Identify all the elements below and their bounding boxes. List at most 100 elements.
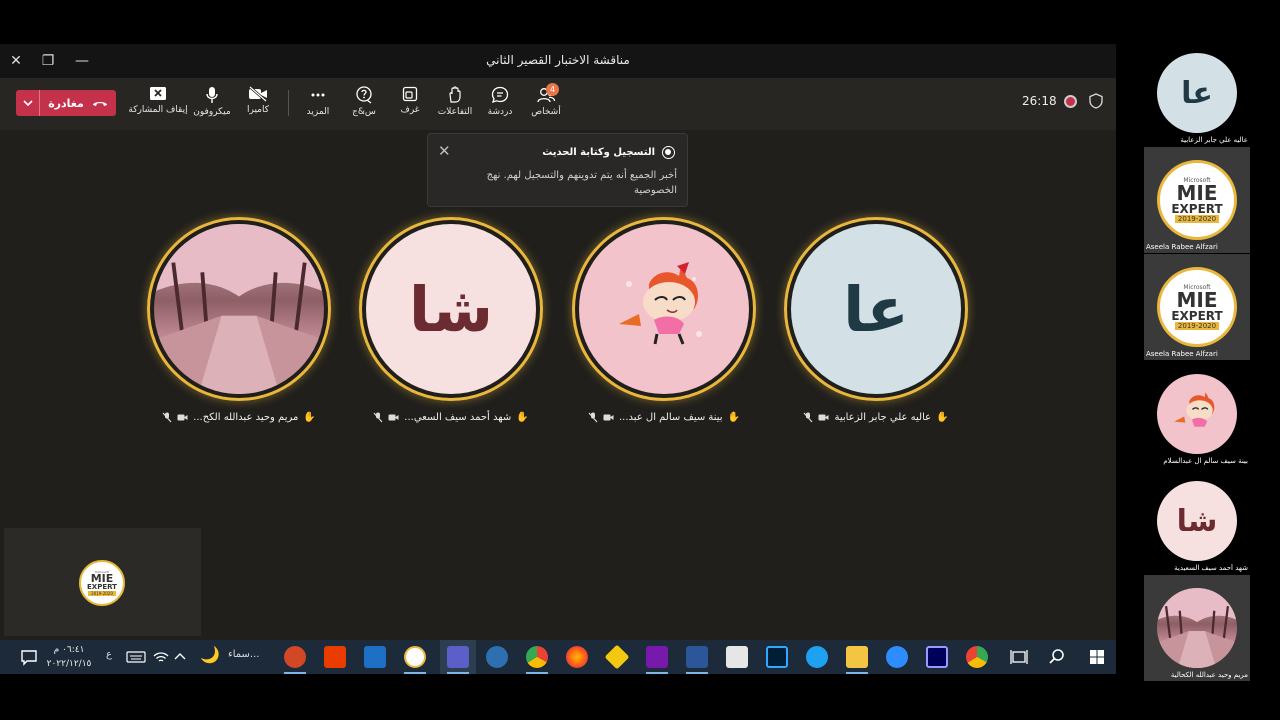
more-dots-icon <box>311 93 325 97</box>
meeting-timer: 26:18 <box>1022 94 1057 108</box>
camera-off-small-icon <box>177 414 188 421</box>
photoshop-icon[interactable] <box>766 646 788 668</box>
active-app-indicator <box>526 672 548 674</box>
gallery-tile[interactable]: شا شهد أحمد سيف السعيدية <box>1144 468 1250 574</box>
camera-off-small-icon <box>818 414 829 421</box>
gallery-name: مريم وحيد عبدالله الكحالية <box>1170 671 1248 679</box>
mie-app-icon[interactable] <box>404 646 426 668</box>
active-app-indicator <box>846 672 868 674</box>
chrome-alt-icon[interactable] <box>966 646 988 668</box>
chrome-icon[interactable] <box>526 646 548 668</box>
wifi-icon[interactable] <box>152 648 170 666</box>
participant-avatar-ring: شا <box>359 217 543 401</box>
badge-years: 2019-2020 <box>1174 322 1220 330</box>
badge-years: 2019-2020 <box>88 591 116 596</box>
stop-sharing-label: إيقاف المشاركة <box>128 105 188 115</box>
shield-icon[interactable] <box>1089 93 1103 109</box>
gallery-name: عاليه علي جابر الزعابية <box>1180 136 1248 144</box>
avatar: شا <box>366 224 536 394</box>
leave-button[interactable]: مغادرة <box>16 90 116 116</box>
gallery-name: بينة سيف سالم ال عبدالسلام <box>1163 457 1248 465</box>
chevron-down-icon[interactable] <box>16 90 40 116</box>
gallery-avatar <box>1157 588 1237 668</box>
title-bar: ✕ ❐ — مناقشة الاختبار القصير الثاني <box>0 44 1116 78</box>
stop-sharing-button[interactable]: إيقاف المشاركة <box>128 86 188 126</box>
edge-icon[interactable] <box>806 646 828 668</box>
teams-meeting-window: ✕ ❐ — مناقشة الاختبار القصير الثاني مغاد… <box>0 44 1116 674</box>
file-explorer-icon[interactable] <box>846 646 868 668</box>
search-icon[interactable] <box>1046 646 1068 668</box>
network-app-icon[interactable] <box>486 646 508 668</box>
chat-icon <box>491 86 509 104</box>
cherry-blossom-path-picture <box>1157 588 1237 668</box>
participant-name-row: ✋ مريم وحيد عبدالله الكح... <box>146 412 332 423</box>
participant-tile[interactable]: ✋ مريم وحيد عبدالله الكح... <box>146 217 332 432</box>
badge-years: 2019-2020 <box>1174 215 1220 223</box>
meeting-title: مناقشة الاختبار القصير الثاني <box>486 53 630 67</box>
gallery-tile[interactable]: بينة سيف سالم ال عبدالسلام <box>1144 361 1250 467</box>
self-view-tile[interactable]: Microsoft MIE EXPERT 2019-2020 <box>4 528 201 636</box>
onenote-icon[interactable] <box>646 646 668 668</box>
qa-icon <box>356 86 372 104</box>
after-effects-icon[interactable] <box>926 646 948 668</box>
weather-text[interactable]: سماء... <box>228 649 259 660</box>
active-app-indicator <box>447 672 469 674</box>
raise-hand-icon <box>449 86 461 103</box>
camera-button[interactable]: كاميرا <box>228 86 288 126</box>
close-notification-icon[interactable]: ✕ <box>438 142 451 160</box>
participant-name: مريم وحيد عبدالله الكح... <box>193 412 299 423</box>
gallery-name: شهد أحمد سيف السعيدية <box>1174 564 1248 572</box>
gallery-tile[interactable]: Microsoft MIE EXPERT 2019-2020 Aseela Ra… <box>1144 147 1250 253</box>
mic-off-small-icon <box>162 412 172 423</box>
participant-name: شهد أحمد سيف السعي... <box>404 412 512 423</box>
badge-title: MIE <box>1176 181 1218 205</box>
raised-hand-icon: ✋ <box>303 412 316 423</box>
sticky-app-icon[interactable] <box>604 644 630 670</box>
breakout-rooms-icon <box>402 86 418 102</box>
avatar <box>579 224 749 394</box>
teams-icon[interactable] <box>447 646 469 668</box>
avatar-initials: شا <box>408 272 494 346</box>
word-icon[interactable] <box>686 646 708 668</box>
raised-hand-icon: ✋ <box>727 412 741 423</box>
people-button[interactable]: 4 أشخاص <box>516 83 576 126</box>
powerpoint-icon[interactable] <box>284 646 306 668</box>
gallery-tile[interactable]: مريم وحيد عبدالله الكحالية <box>1144 575 1250 681</box>
mic-off-small-icon <box>804 412 813 423</box>
participant-tile[interactable]: شا ✋ شهد أحمد سيف السعي... <box>358 217 544 432</box>
notifications-icon[interactable] <box>18 646 40 668</box>
task-view-icon[interactable] <box>1008 646 1030 668</box>
mie-expert-badge-avatar: Microsoft MIE EXPERT 2019-2020 <box>79 560 125 606</box>
participant-tile[interactable]: عا ✋ عاليه علي جابر الزعابية <box>783 217 969 432</box>
active-app-indicator <box>404 672 426 674</box>
raised-hand-icon: ✋ <box>516 412 529 423</box>
chevron-up-icon[interactable] <box>172 648 188 666</box>
chat-app-icon[interactable] <box>726 646 748 668</box>
mie-expert-badge-avatar: Microsoft MIE EXPERT 2019-2020 <box>1157 267 1237 347</box>
office-icon[interactable] <box>324 646 346 668</box>
windows-taskbar: ٠٦:٤١ م ٢٠٢٢/١٢/١٥ ع سماء... 🌙 <box>0 640 1116 674</box>
gallery-tile[interactable]: عا عاليه علي جابر الزعابية <box>1144 40 1250 146</box>
keyboard-icon[interactable] <box>126 648 146 666</box>
avatar <box>154 224 324 394</box>
badge-title: MIE <box>1176 288 1218 312</box>
mail-icon[interactable] <box>364 646 386 668</box>
language-indicator[interactable]: ع <box>106 649 112 660</box>
windows-start-icon[interactable] <box>1086 646 1108 668</box>
gallery-initials: عا <box>1181 75 1213 111</box>
moon-weather-icon: 🌙 <box>200 645 220 664</box>
people-count-badge: 4 <box>546 83 559 96</box>
gallery-initials: شا <box>1176 503 1218 539</box>
camera-off-small-icon <box>603 414 614 421</box>
zoom-icon[interactable] <box>886 646 908 668</box>
clock-date: ٢٠٢٢/١٢/١٥ <box>46 659 92 669</box>
badge-subtitle: EXPERT <box>1171 202 1223 216</box>
firefox-icon[interactable] <box>566 646 588 668</box>
participant-tile[interactable]: ✋ بينة سيف سالم ال عبد... <box>571 217 757 432</box>
notification-title: التسجيل وكتابة الحديث <box>542 147 655 158</box>
gallery-tile[interactable]: Microsoft MIE EXPERT 2019-2020 Aseela Ra… <box>1144 254 1250 360</box>
taskbar-clock[interactable]: ٠٦:٤١ م ٢٠٢٢/١٢/١٥ <box>44 643 94 671</box>
participant-name-row: ✋ بينة سيف سالم ال عبد... <box>571 412 757 423</box>
powerpuff-blossom-picture <box>619 262 702 345</box>
meeting-toolbar: مغادرة إيقاف المشاركة ميكروفون كاميرا ال… <box>0 78 1116 130</box>
